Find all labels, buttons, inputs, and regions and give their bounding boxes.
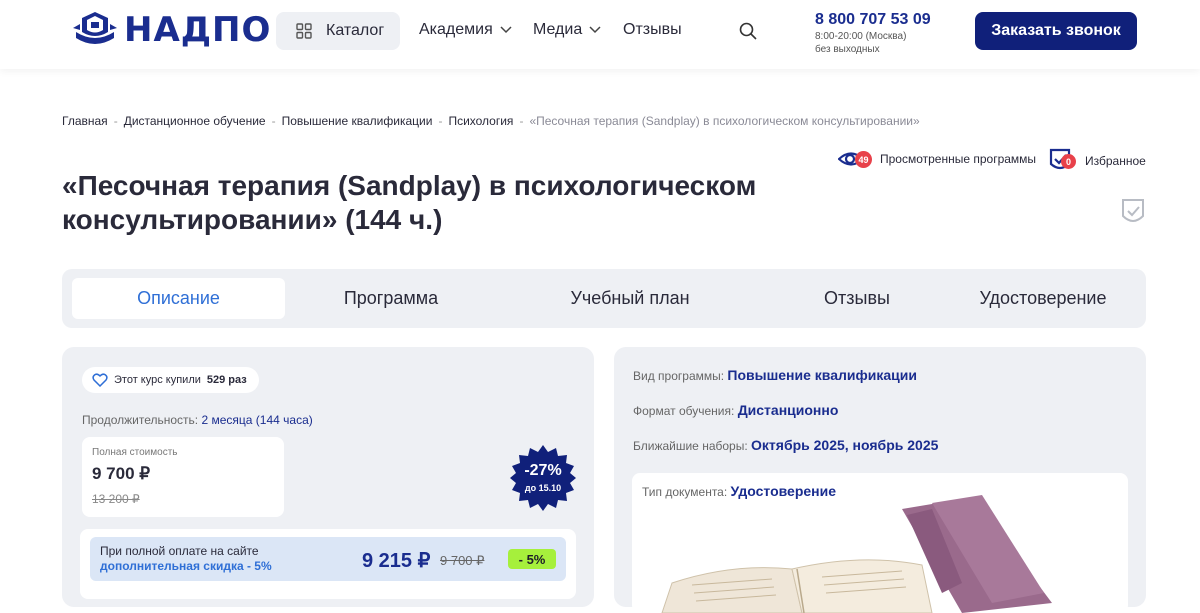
- page-title: «Песочная терапия (Sandplay) в психологи…: [62, 170, 757, 235]
- program-info-card: Вид программы: Повышение квалификации Фо…: [614, 347, 1146, 613]
- final-price: 9 215 ₽: [362, 550, 431, 572]
- full-price-box: Полная стоимость 9 700 ₽ 13 200 ₽: [82, 437, 284, 517]
- favorites-link[interactable]: 0 Избранное: [1049, 148, 1146, 174]
- add-to-favorites-button[interactable]: [1121, 198, 1145, 233]
- extra-discount-line2: дополнительная скидка - 5%: [100, 559, 272, 573]
- full-price-label: Полная стоимость: [92, 447, 178, 458]
- bought-prefix: Этот курс купили: [114, 374, 201, 386]
- search-button[interactable]: [738, 21, 758, 46]
- study-format-row: Формат обучения: Дистанционно: [633, 402, 838, 418]
- phone-number[interactable]: 8 800 707 53 09: [815, 11, 931, 29]
- duration-label: Продолжительность:: [82, 413, 199, 427]
- tab-certificate[interactable]: Удостоверение: [968, 278, 1118, 319]
- program-type-row: Вид программы: Повышение квалификации: [633, 367, 917, 383]
- favorites-label: Избранное: [1085, 154, 1146, 168]
- catalog-button[interactable]: Каталог: [276, 12, 400, 50]
- grid-icon: [296, 23, 312, 39]
- catalog-label: Каталог: [326, 22, 385, 39]
- breadcrumb-item[interactable]: Психология: [448, 114, 513, 128]
- shield-check-icon: [1122, 199, 1144, 222]
- work-hours: 8:00-20:00 (Москва): [815, 31, 907, 42]
- duration: Продолжительность: 2 месяца (144 часа): [82, 413, 313, 427]
- purchase-count-badge: Этот курс купили 529 раз: [82, 367, 259, 393]
- discount-percent: -27%: [524, 462, 562, 479]
- nav-reviews[interactable]: Отзывы: [623, 21, 682, 39]
- eye-icon: 49: [837, 148, 872, 170]
- nav-reviews-label: Отзывы: [623, 21, 682, 38]
- extra-discount-text: При полной оплате на сайте дополнительна…: [100, 544, 272, 574]
- favorites-shield-icon: 0: [1049, 148, 1077, 174]
- nav-academy[interactable]: Академия: [419, 21, 513, 39]
- extra-discount-panel: При полной оплате на сайте дополнительна…: [90, 537, 566, 581]
- old-price: 13 200 ₽: [92, 492, 140, 506]
- logo-emblem-icon: [73, 12, 117, 44]
- breadcrumb-item[interactable]: Дистанционное обучение: [124, 114, 266, 128]
- extra-discount-line1: При полной оплате на сайте: [100, 544, 259, 558]
- program-type-value: Повышение квалификации: [727, 367, 917, 383]
- breadcrumb-item[interactable]: Главная: [62, 114, 108, 128]
- extra-discount-box: При полной оплате на сайте дополнительна…: [80, 529, 576, 599]
- tab-curriculum[interactable]: Учебный план: [530, 278, 730, 319]
- tab-reviews[interactable]: Отзывы: [757, 278, 957, 319]
- nav-academy-label: Академия: [419, 21, 493, 38]
- viewed-count-badge: 49: [855, 151, 872, 168]
- breadcrumb-separator: -: [113, 114, 118, 128]
- course-tabs: Описание Программа Учебный план Отзывы У…: [62, 269, 1146, 328]
- search-icon: [739, 22, 757, 40]
- contact-phone: 8 800 707 53 09 8:00-20:00 (Москва) без …: [815, 11, 931, 55]
- tab-description[interactable]: Описание: [72, 278, 285, 319]
- extra-discount-percent: - 5%: [508, 549, 556, 569]
- current-price: 9 700 ₽: [92, 464, 151, 483]
- order-call-button[interactable]: Заказать звонок: [975, 12, 1137, 50]
- breadcrumb-separator: -: [519, 114, 524, 128]
- viewed-programs-link[interactable]: 49 Просмотренные программы: [837, 148, 1037, 170]
- breadcrumb-separator: -: [271, 114, 276, 128]
- site-header: НАДПО Каталог Академия Медиа Отзывы 8 80…: [0, 0, 1200, 69]
- viewed-programs-label: Просмотренные программы: [880, 152, 1037, 166]
- breadcrumb-item[interactable]: Повышение квалификации: [282, 114, 433, 128]
- enrollment-value: Октябрь 2025, ноябрь 2025: [751, 437, 939, 453]
- favorites-count-badge: 0: [1061, 154, 1076, 169]
- site-logo[interactable]: НАДПО: [72, 10, 271, 50]
- program-type-label: Вид программы:: [633, 369, 725, 383]
- discount-badge: -27% до 15.10: [510, 445, 576, 516]
- tab-program[interactable]: Программа: [291, 278, 491, 319]
- chevron-down-icon: [589, 26, 601, 34]
- heart-icon: [92, 373, 108, 387]
- final-old-price: 9 700 ₽: [440, 553, 485, 568]
- chevron-down-icon: [500, 26, 512, 34]
- duration-value: 2 месяца (144 часа): [201, 413, 313, 427]
- pricing-card: Этот курс купили 529 раз Продолжительнос…: [62, 347, 594, 607]
- document-preview-box: Тип документа: Удостоверение: [632, 473, 1128, 613]
- nav-media[interactable]: Медиа: [533, 21, 602, 39]
- study-format-value: Дистанционно: [737, 402, 839, 418]
- breadcrumb: Главная - Дистанционное обучение - Повыш…: [62, 114, 920, 128]
- bought-count: 529 раз: [206, 374, 247, 386]
- enrollment-row: Ближайшие наборы: Октябрь 2025, ноябрь 2…: [633, 437, 938, 453]
- discount-until: до 15.10: [524, 483, 562, 493]
- logo-text: НАДПО: [124, 10, 272, 50]
- study-format-label: Формат обучения:: [633, 404, 735, 418]
- work-days: без выходных: [815, 44, 880, 55]
- nav-media-label: Медиа: [533, 21, 583, 38]
- enrollment-label: Ближайшие наборы:: [633, 439, 748, 453]
- certificate-image: [661, 495, 1052, 613]
- breadcrumb-separator: -: [438, 114, 443, 128]
- breadcrumb-current: «Песочная терапия (Sandplay) в психологи…: [529, 114, 920, 128]
